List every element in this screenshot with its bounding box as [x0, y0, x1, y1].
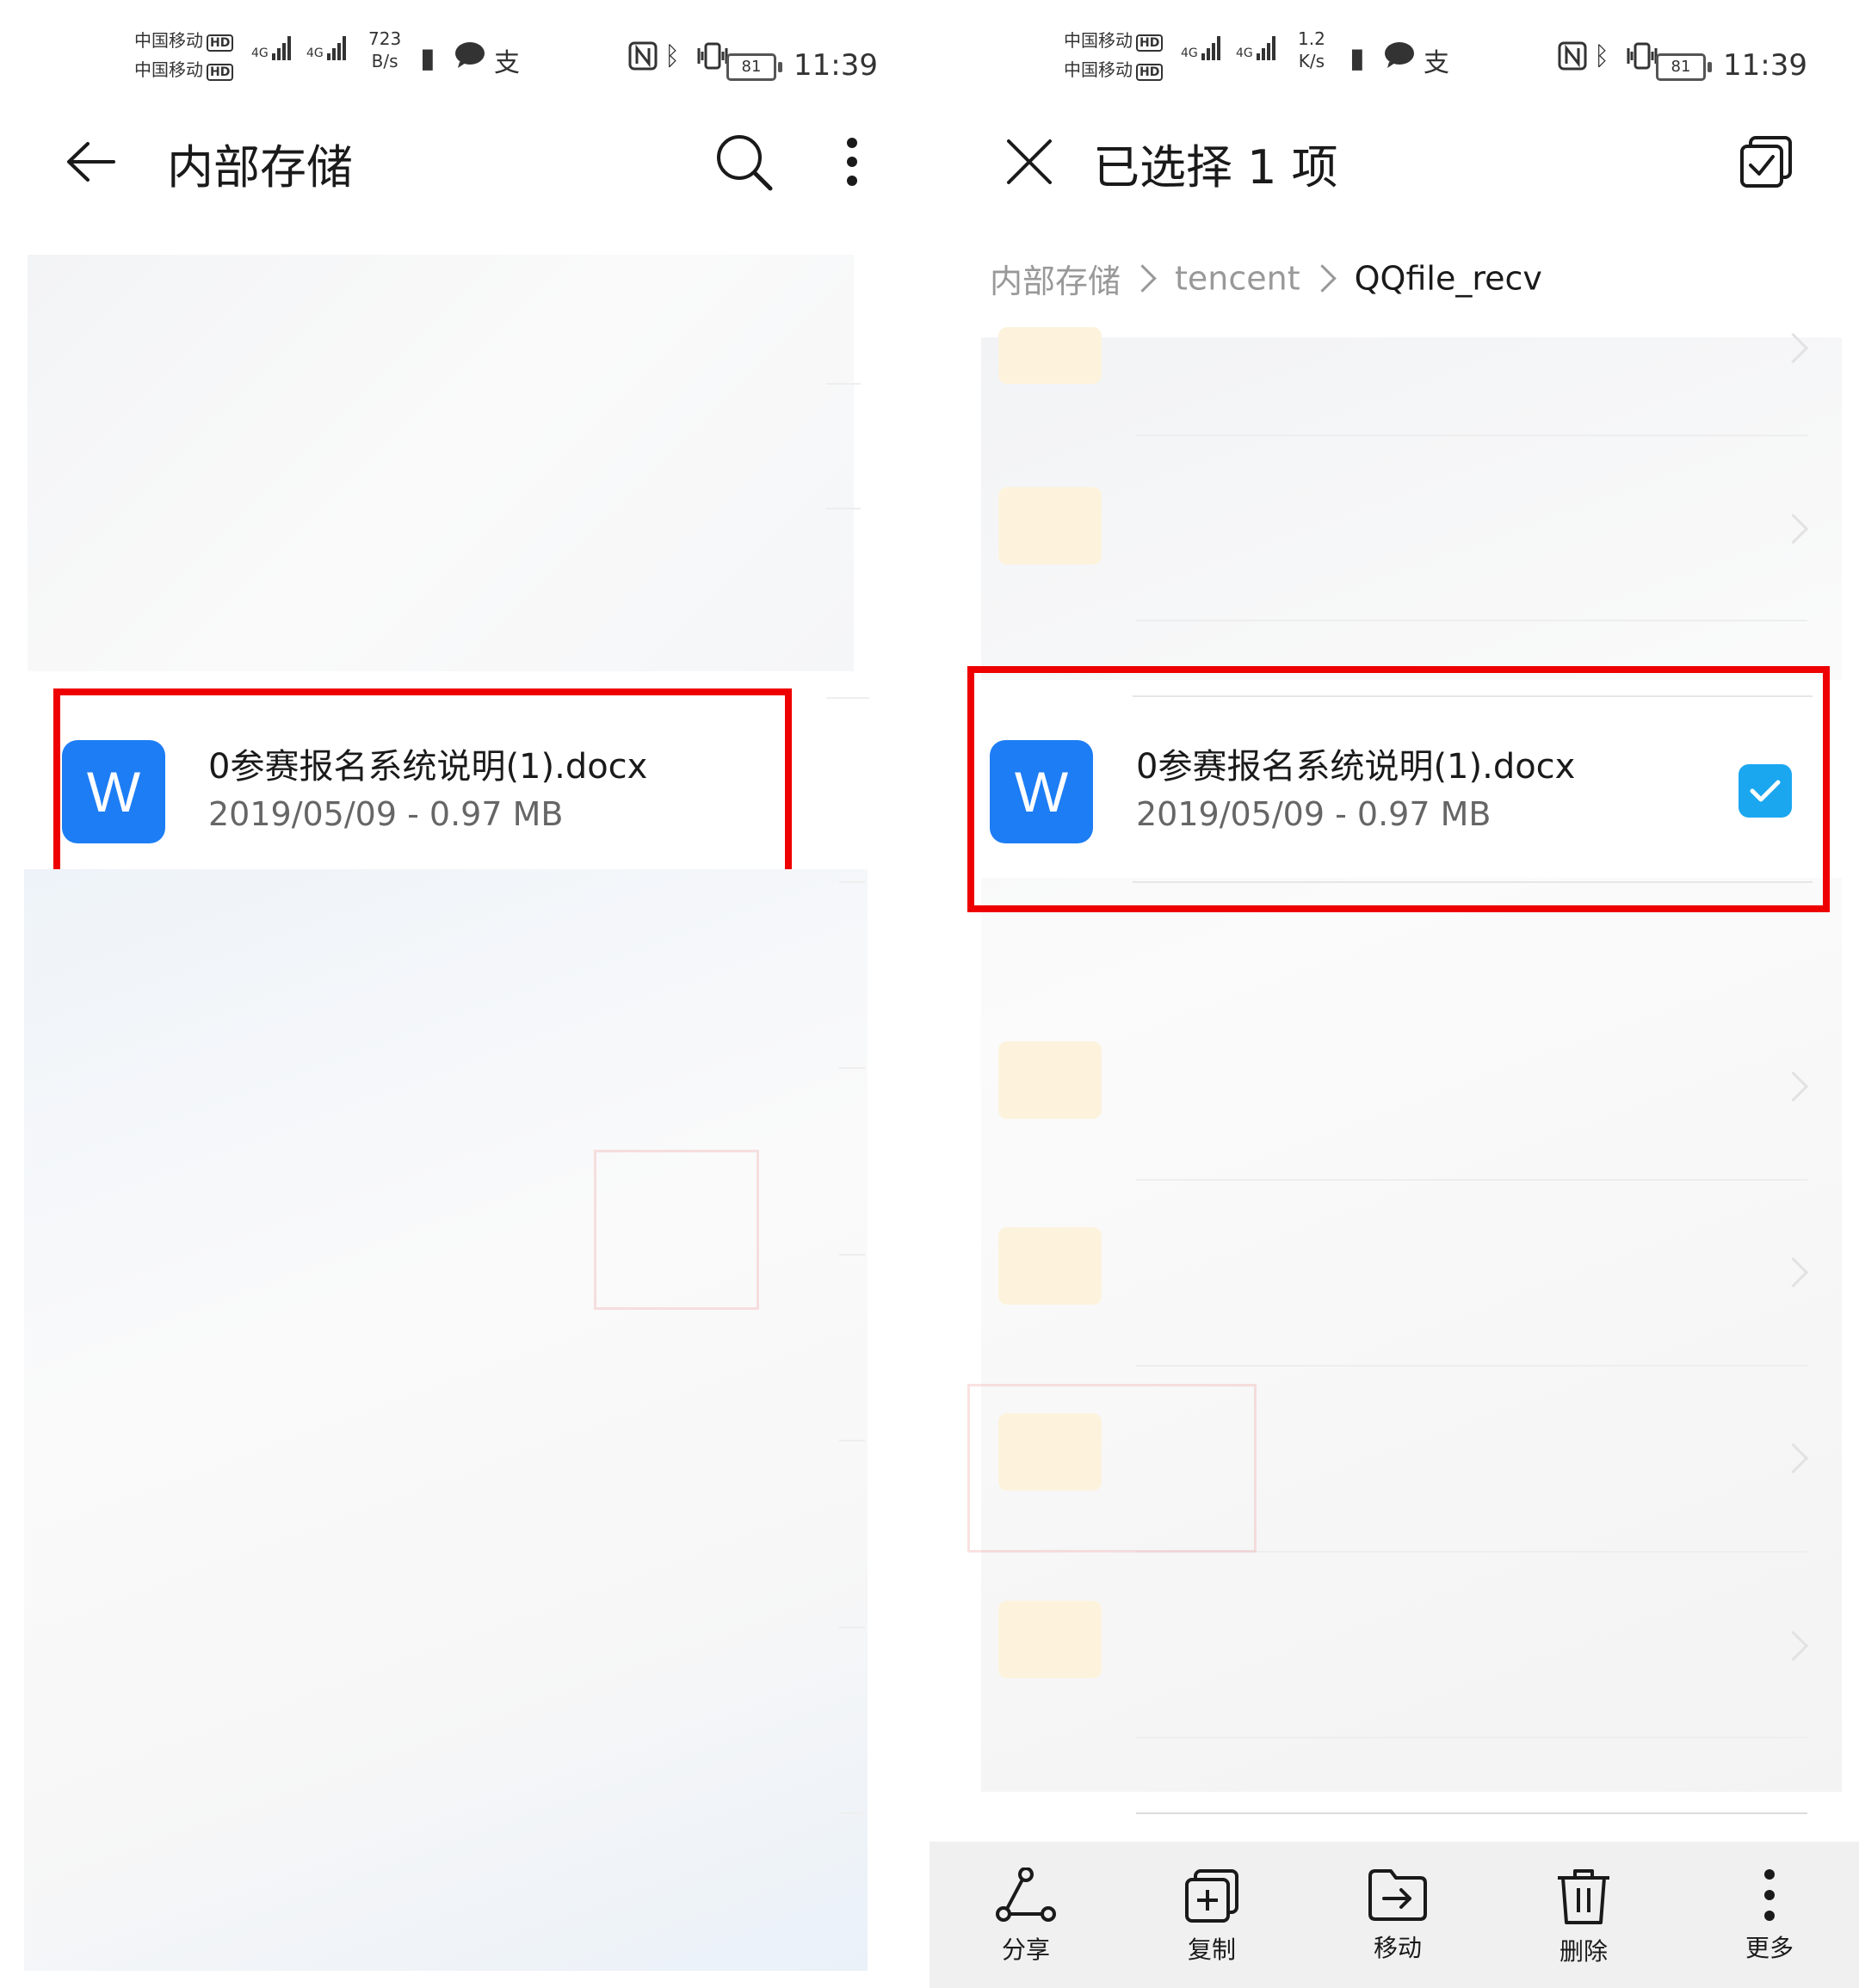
- signal-icon: 4G: [1181, 36, 1222, 60]
- vibrate-icon: [695, 41, 730, 77]
- carrier-info: 中国移动 HD 中国移动 HD: [1064, 26, 1164, 84]
- search-icon: [717, 135, 773, 191]
- divider: [1136, 1812, 1807, 1814]
- folder-icon: [998, 1227, 1102, 1305]
- copy-button[interactable]: 复制: [1143, 1868, 1281, 1966]
- divider: [839, 881, 865, 883]
- chevron-right-icon: [1307, 264, 1337, 293]
- divider: [826, 697, 869, 699]
- clock: 11:39: [794, 48, 878, 83]
- bluetooth-icon: ᛒ: [664, 41, 680, 71]
- blurred-list-region: [24, 869, 868, 1971]
- signal-icon: 4G: [251, 36, 293, 60]
- vibrate-icon: [1625, 41, 1659, 77]
- selection-title: 已选择 1 项: [1093, 140, 1338, 194]
- left-screen: 中国移动 HD 中国移动 HD 4G 4G 723 B/s ▮ 支 ᛒ 81 11:…: [0, 0, 930, 1988]
- close-selection-button[interactable]: [995, 127, 1064, 196]
- divider: [839, 1067, 865, 1069]
- divider: [826, 508, 861, 509]
- search-button[interactable]: [709, 127, 778, 196]
- delete-button[interactable]: 删除: [1515, 1868, 1652, 1967]
- arrow-left-icon: [67, 142, 115, 182]
- more-options-button[interactable]: [818, 127, 886, 196]
- more-button[interactable]: 更多: [1701, 1868, 1838, 1964]
- share-button[interactable]: 分享: [957, 1868, 1095, 1966]
- breadcrumb-item[interactable]: tencent: [1175, 260, 1300, 298]
- divider: [839, 1812, 865, 1814]
- divider: [1136, 1179, 1807, 1181]
- folder-icon: [998, 1041, 1102, 1119]
- faint-highlight: [594, 1150, 759, 1310]
- select-all-icon: [1740, 136, 1792, 188]
- faint-highlight: [967, 1384, 1257, 1553]
- more-icon: [1764, 1869, 1775, 1921]
- divider: [1136, 1737, 1807, 1738]
- share-icon: [996, 1868, 1056, 1922]
- wechat-icon: [454, 41, 485, 76]
- divider: [839, 1440, 865, 1442]
- move-icon: [1368, 1869, 1427, 1921]
- breadcrumb-item[interactable]: 内部存储: [990, 262, 1121, 300]
- bottom-action-bar: 分享 复制 移动 删除 更多: [930, 1842, 1859, 1988]
- battery-indicator: 81: [1656, 53, 1712, 81]
- folder-icon: [998, 487, 1102, 565]
- battery-alert-icon: ▮: [420, 41, 435, 74]
- select-all-button[interactable]: [1732, 127, 1800, 196]
- divider: [1136, 1365, 1807, 1367]
- chevron-right-icon: [1128, 264, 1157, 293]
- alipay-icon: 支: [1424, 48, 1449, 78]
- folder-icon: [998, 327, 1102, 384]
- close-icon: [1007, 139, 1052, 184]
- nfc-icon: [628, 41, 658, 77]
- divider: [839, 1254, 865, 1256]
- clock: 11:39: [1723, 48, 1807, 83]
- divider: [1136, 620, 1807, 621]
- right-screen: 中国移动 HD 中国移动 HD 4G 4G 1.2 K/s ▮ 支 ᛒ 81 11:…: [930, 0, 1859, 1988]
- blurred-folder-list: [981, 337, 1842, 1792]
- copy-icon: [1185, 1869, 1238, 1923]
- delete-icon: [1558, 1869, 1609, 1924]
- divider: [1136, 435, 1807, 436]
- network-speed: 723 B/s: [368, 28, 402, 71]
- highlight-box: [53, 688, 792, 890]
- alipay-icon: 支: [494, 48, 520, 78]
- selection-header: 已选择 1 项: [930, 112, 1859, 207]
- status-bar: 中国移动 HD 中国移动 HD 4G 4G 1.2 K/s ▮ 支 ᛒ 81 11:…: [930, 17, 1859, 95]
- breadcrumb: 内部存储 tencent QQfile_recv: [990, 255, 1542, 302]
- carrier-info: 中国移动 HD 中国移动 HD: [134, 26, 234, 84]
- bluetooth-icon: ᛒ: [1594, 41, 1609, 71]
- nfc-icon: [1558, 41, 1587, 77]
- battery-indicator: 81: [726, 53, 782, 81]
- wechat-icon: [1384, 41, 1415, 76]
- back-button[interactable]: [57, 127, 126, 196]
- signal-icon: 4G: [1236, 36, 1277, 60]
- move-button[interactable]: 移动: [1329, 1868, 1467, 1964]
- folder-icon: [998, 1601, 1102, 1678]
- battery-alert-icon: ▮: [1349, 41, 1365, 74]
- signal-icon: 4G: [306, 36, 348, 60]
- divider: [826, 383, 861, 385]
- blurred-list-region: [28, 255, 854, 671]
- status-bar: 中国移动 HD 中国移动 HD 4G 4G 723 B/s ▮ 支 ᛒ 81 11:…: [0, 17, 930, 95]
- network-speed: 1.2 K/s: [1298, 28, 1325, 71]
- page-title: 内部存储: [167, 140, 353, 194]
- divider: [839, 1627, 865, 1628]
- highlight-box: [967, 666, 1830, 912]
- app-header: 内部存储: [0, 112, 930, 207]
- more-vertical-icon: [847, 138, 857, 186]
- breadcrumb-item-current: QQfile_recv: [1354, 259, 1542, 298]
